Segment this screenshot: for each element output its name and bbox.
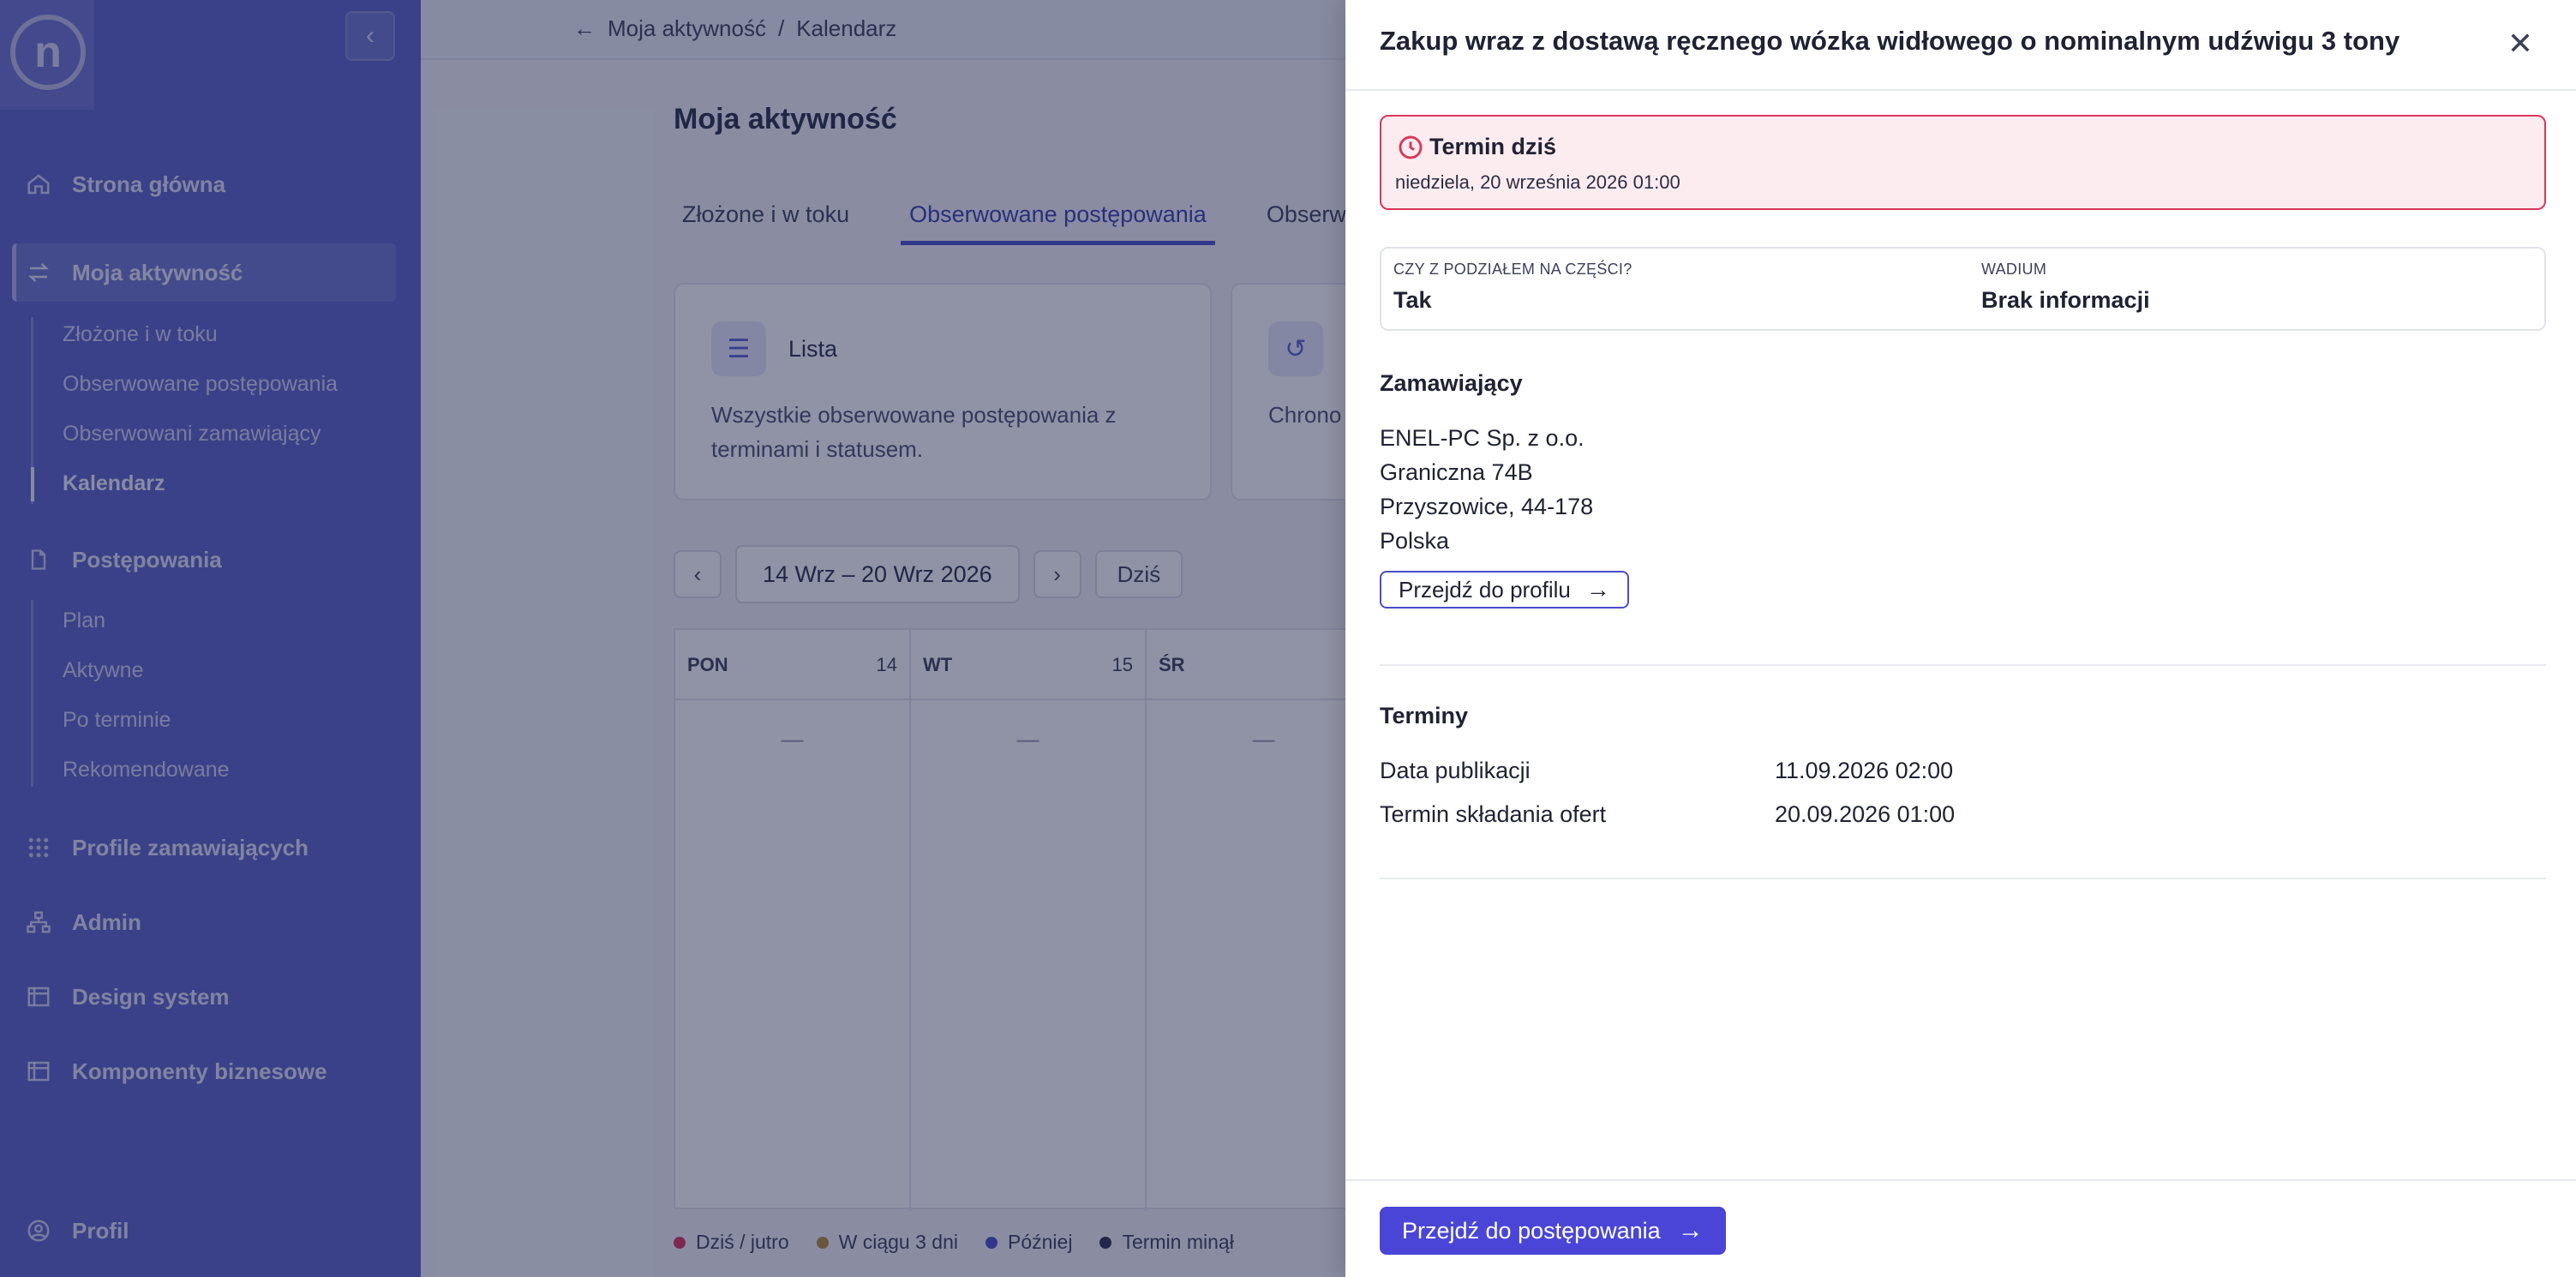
- section-divider: [1380, 878, 2546, 879]
- clock-icon: [1399, 135, 1423, 159]
- close-icon: ✕: [2507, 26, 2534, 61]
- term-label: Data publikacji: [1380, 758, 1531, 783]
- info-value: Tak: [1393, 287, 1432, 313]
- buyer-country: Polska: [1380, 528, 1450, 554]
- buyer-address: ENEL-PC Sp. z o.o. Graniczna 74B Przyszo…: [1380, 421, 1593, 558]
- go-to-profile-button[interactable]: Przejdź do profilu →: [1380, 571, 1629, 609]
- term-value: 20.09.2026 01:00: [1775, 801, 1956, 827]
- drawer-title: Zakup wraz z dostawą ręcznego wózka widł…: [1380, 26, 2400, 56]
- buyer-street: Graniczna 74B: [1380, 459, 1533, 485]
- button-label: Przejdź do profilu: [1399, 576, 1571, 603]
- deadline-alert: Termin dziś niedziela, 20 września 2026 …: [1380, 115, 2546, 210]
- buyer-heading: Zamawiający: [1380, 370, 1523, 396]
- arrow-right-icon: →: [1677, 1216, 1704, 1244]
- drawer-footer: Przejdź do postępowania →: [1345, 1179, 2576, 1277]
- term-value: 11.09.2026 02:00: [1775, 758, 1954, 783]
- info-summary-box: CZY Z PODZIAŁEM NA CZĘŚCI? Tak WADIUM Br…: [1380, 247, 2546, 331]
- drawer-header: Zakup wraz z dostawą ręcznego wózka widł…: [1345, 0, 2576, 91]
- alert-title: Termin dziś: [1429, 134, 1557, 159]
- close-drawer-button[interactable]: ✕: [2501, 24, 2540, 63]
- section-divider: [1380, 664, 2546, 666]
- term-label: Termin składania ofert: [1380, 801, 1607, 827]
- details-drawer: Zakup wraz z dostawą ręcznego wózka widł…: [1345, 0, 2576, 1277]
- info-deposit: WADIUM Brak informacji: [1981, 261, 2150, 314]
- alert-date: niedziela, 20 września 2026 01:00: [1395, 171, 1680, 193]
- arrow-right-icon: →: [1585, 576, 1610, 603]
- button-label: Przejdź do postępowania: [1402, 1217, 1661, 1244]
- info-label: WADIUM: [1981, 261, 2047, 278]
- info-label: CZY Z PODZIAŁEM NA CZĘŚCI?: [1393, 261, 1632, 278]
- go-to-proceeding-button[interactable]: Przejdź do postępowania →: [1380, 1207, 1726, 1255]
- terms-heading: Terminy: [1380, 703, 1469, 728]
- modal-backdrop[interactable]: [0, 0, 1345, 1277]
- info-value: Brak informacji: [1981, 287, 2150, 313]
- app-root: n ‹ Strona główna Moja aktywność Złożone…: [0, 0, 2576, 1277]
- buyer-city: Przyszowice, 44-178: [1380, 494, 1594, 519]
- buyer-name: ENEL-PC Sp. z o.o.: [1380, 425, 1585, 451]
- info-split-parts: CZY Z PODZIAŁEM NA CZĘŚCI? Tak: [1393, 261, 1632, 314]
